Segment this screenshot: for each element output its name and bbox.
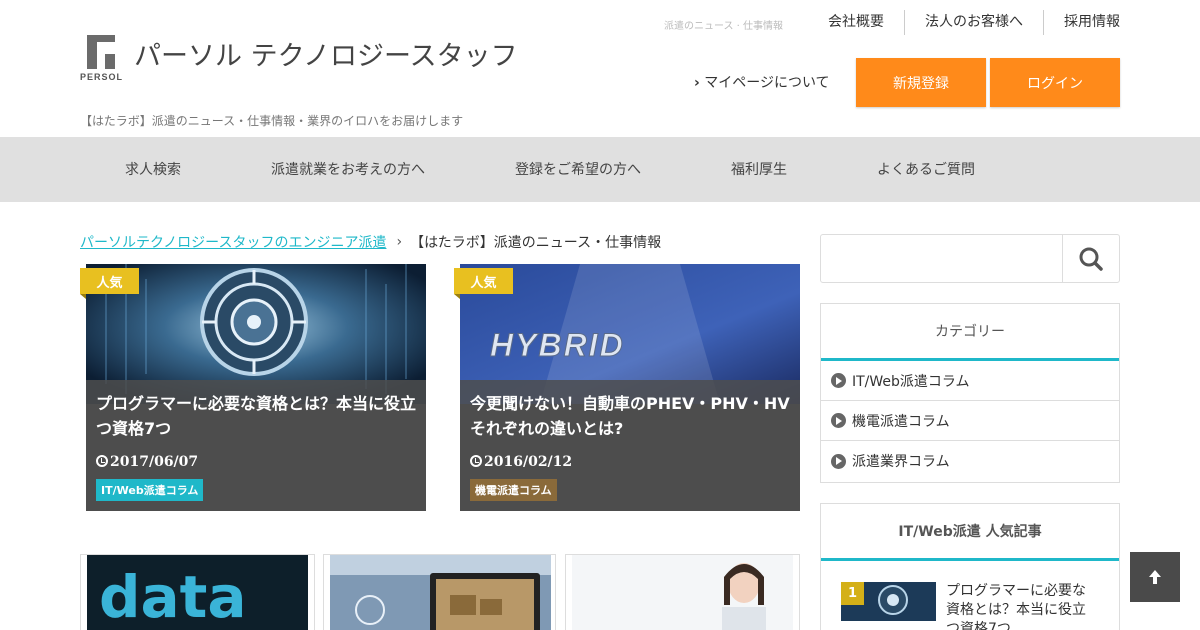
clock-icon xyxy=(470,455,482,467)
header-top-links: 会社概要 法人のお客様へ 採用情報 xyxy=(808,10,1120,35)
persol-logo[interactable]: PERSOL xyxy=(80,35,124,83)
data-migration-image: data xyxy=(87,555,308,630)
article-thumbnail-card[interactable]: data xyxy=(80,554,315,630)
breadcrumb-current: 【はたラボ】派遣のニュース・仕事情報 xyxy=(410,235,662,251)
category-label: 派遣業界コラム xyxy=(852,454,950,470)
popular-article-title[interactable]: プログラマーに必要な資格とは？本当に役立つ資格7つ xyxy=(946,582,1096,630)
warehouse-tablet-image xyxy=(330,555,551,630)
clock-icon xyxy=(96,455,108,467)
company-link[interactable]: 会社概要 xyxy=(808,10,904,35)
search-icon xyxy=(1079,247,1103,271)
svg-text:HYBRID: HYBRID xyxy=(490,327,625,363)
login-button[interactable]: ログイン xyxy=(990,58,1120,107)
mypage-link[interactable]: › マイページについて xyxy=(694,72,830,92)
category-widget: カテゴリー IT/Web派遣コラム 機電派遣コラム 派遣業界コラム xyxy=(820,303,1120,483)
arrow-up-icon xyxy=(1149,570,1161,584)
rank-badge: 1 xyxy=(841,582,864,605)
back-to-top-button[interactable] xyxy=(1130,552,1180,602)
popular-articles-widget: IT/Web派遣 人気記事 1 プログラマーに必要な資格とは？本当に役立つ資格7… xyxy=(820,503,1120,630)
site-tagline: 【はたラボ】派遣のニュース・仕事情報・業界のイロハをお届けします xyxy=(80,114,464,128)
search-button[interactable] xyxy=(1062,235,1119,282)
recruit-link[interactable]: 採用情報 xyxy=(1043,10,1120,35)
article-date: 2016/02/12 xyxy=(470,454,572,470)
popular-badge: 人気 xyxy=(454,268,513,299)
arrow-circle-icon xyxy=(831,413,846,428)
nav-item-considering[interactable]: 派遣就業をお考えの方へ xyxy=(271,137,425,202)
arrow-circle-icon xyxy=(831,373,846,388)
article-thumbnail-card[interactable] xyxy=(565,554,800,630)
nav-item-job-search[interactable]: 求人検索 xyxy=(125,137,181,202)
breadcrumb: パーソルテクノロジースタッフのエンジニア派遣 › 【はたラボ】派遣のニュース・仕… xyxy=(80,232,661,252)
corporate-link[interactable]: 法人のお客様へ xyxy=(904,10,1043,35)
article-title[interactable]: プログラマーに必要な資格とは？本当に役立つ資格7つ xyxy=(96,391,416,441)
category-item[interactable]: 機電派遣コラム xyxy=(821,401,1119,441)
category-item[interactable]: 派遣業界コラム xyxy=(821,441,1119,481)
article-date: 2017/06/07 xyxy=(96,454,198,470)
featured-article-card[interactable]: HYBRID 今更聞けない！自動車のPHEV・PHV・HVそれぞれの違いとは? … xyxy=(460,264,800,511)
article-title[interactable]: 今更聞けない！自動車のPHEV・PHV・HVそれぞれの違いとは? xyxy=(470,391,790,441)
category-label: 機電派遣コラム xyxy=(852,413,950,430)
category-heading: カテゴリー xyxy=(821,304,1119,361)
mypage-label: マイページについて xyxy=(704,75,830,91)
chevron-right-icon: › xyxy=(396,234,403,250)
popular-heading: IT/Web派遣 人気記事 xyxy=(821,504,1119,561)
article-thumbnail-card[interactable] xyxy=(323,554,556,630)
site-logo-text[interactable]: パーソル テクノロジースタッフ xyxy=(134,34,518,73)
breadcrumb-home-link[interactable]: パーソルテクノロジースタッフのエンジニア派遣 xyxy=(80,232,386,252)
category-tag[interactable]: IT/Web派遣コラム xyxy=(96,479,204,501)
nav-item-registration[interactable]: 登録をご希望の方へ xyxy=(515,137,641,202)
main-nav: 求人検索 派遣就業をお考えの方へ 登録をご希望の方へ 福利厚生 よくあるご質問 xyxy=(0,137,1200,202)
logo-sub-text: PERSOL xyxy=(80,72,124,82)
category-label: IT/Web派遣コラム xyxy=(852,373,970,390)
site-header: PERSOL パーソル テクノロジースタッフ 【はたラボ】派遣のニュース・仕事情… xyxy=(0,0,1200,137)
arrow-circle-icon xyxy=(831,453,846,469)
category-item[interactable]: IT/Web派遣コラム xyxy=(821,361,1119,401)
featured-article-card[interactable]: プログラマーに必要な資格とは？本当に役立つ資格7つ 2017/06/07 IT/… xyxy=(86,264,426,511)
chevron-right-icon: › xyxy=(694,75,700,91)
nav-item-welfare[interactable]: 福利厚生 xyxy=(731,137,787,202)
svg-text:data: data xyxy=(99,563,247,630)
nav-item-faq[interactable]: よくあるご質問 xyxy=(877,137,975,202)
popular-badge: 人気 xyxy=(80,268,139,299)
persol-logo-icon xyxy=(87,35,115,69)
woman-office-image xyxy=(572,555,793,630)
search-box[interactable] xyxy=(820,234,1120,283)
register-button[interactable]: 新規登録 xyxy=(856,58,986,107)
category-tag[interactable]: 機電派遣コラム xyxy=(470,479,557,501)
header-small-label: 派遣のニュース · 仕事情報 xyxy=(664,21,784,32)
